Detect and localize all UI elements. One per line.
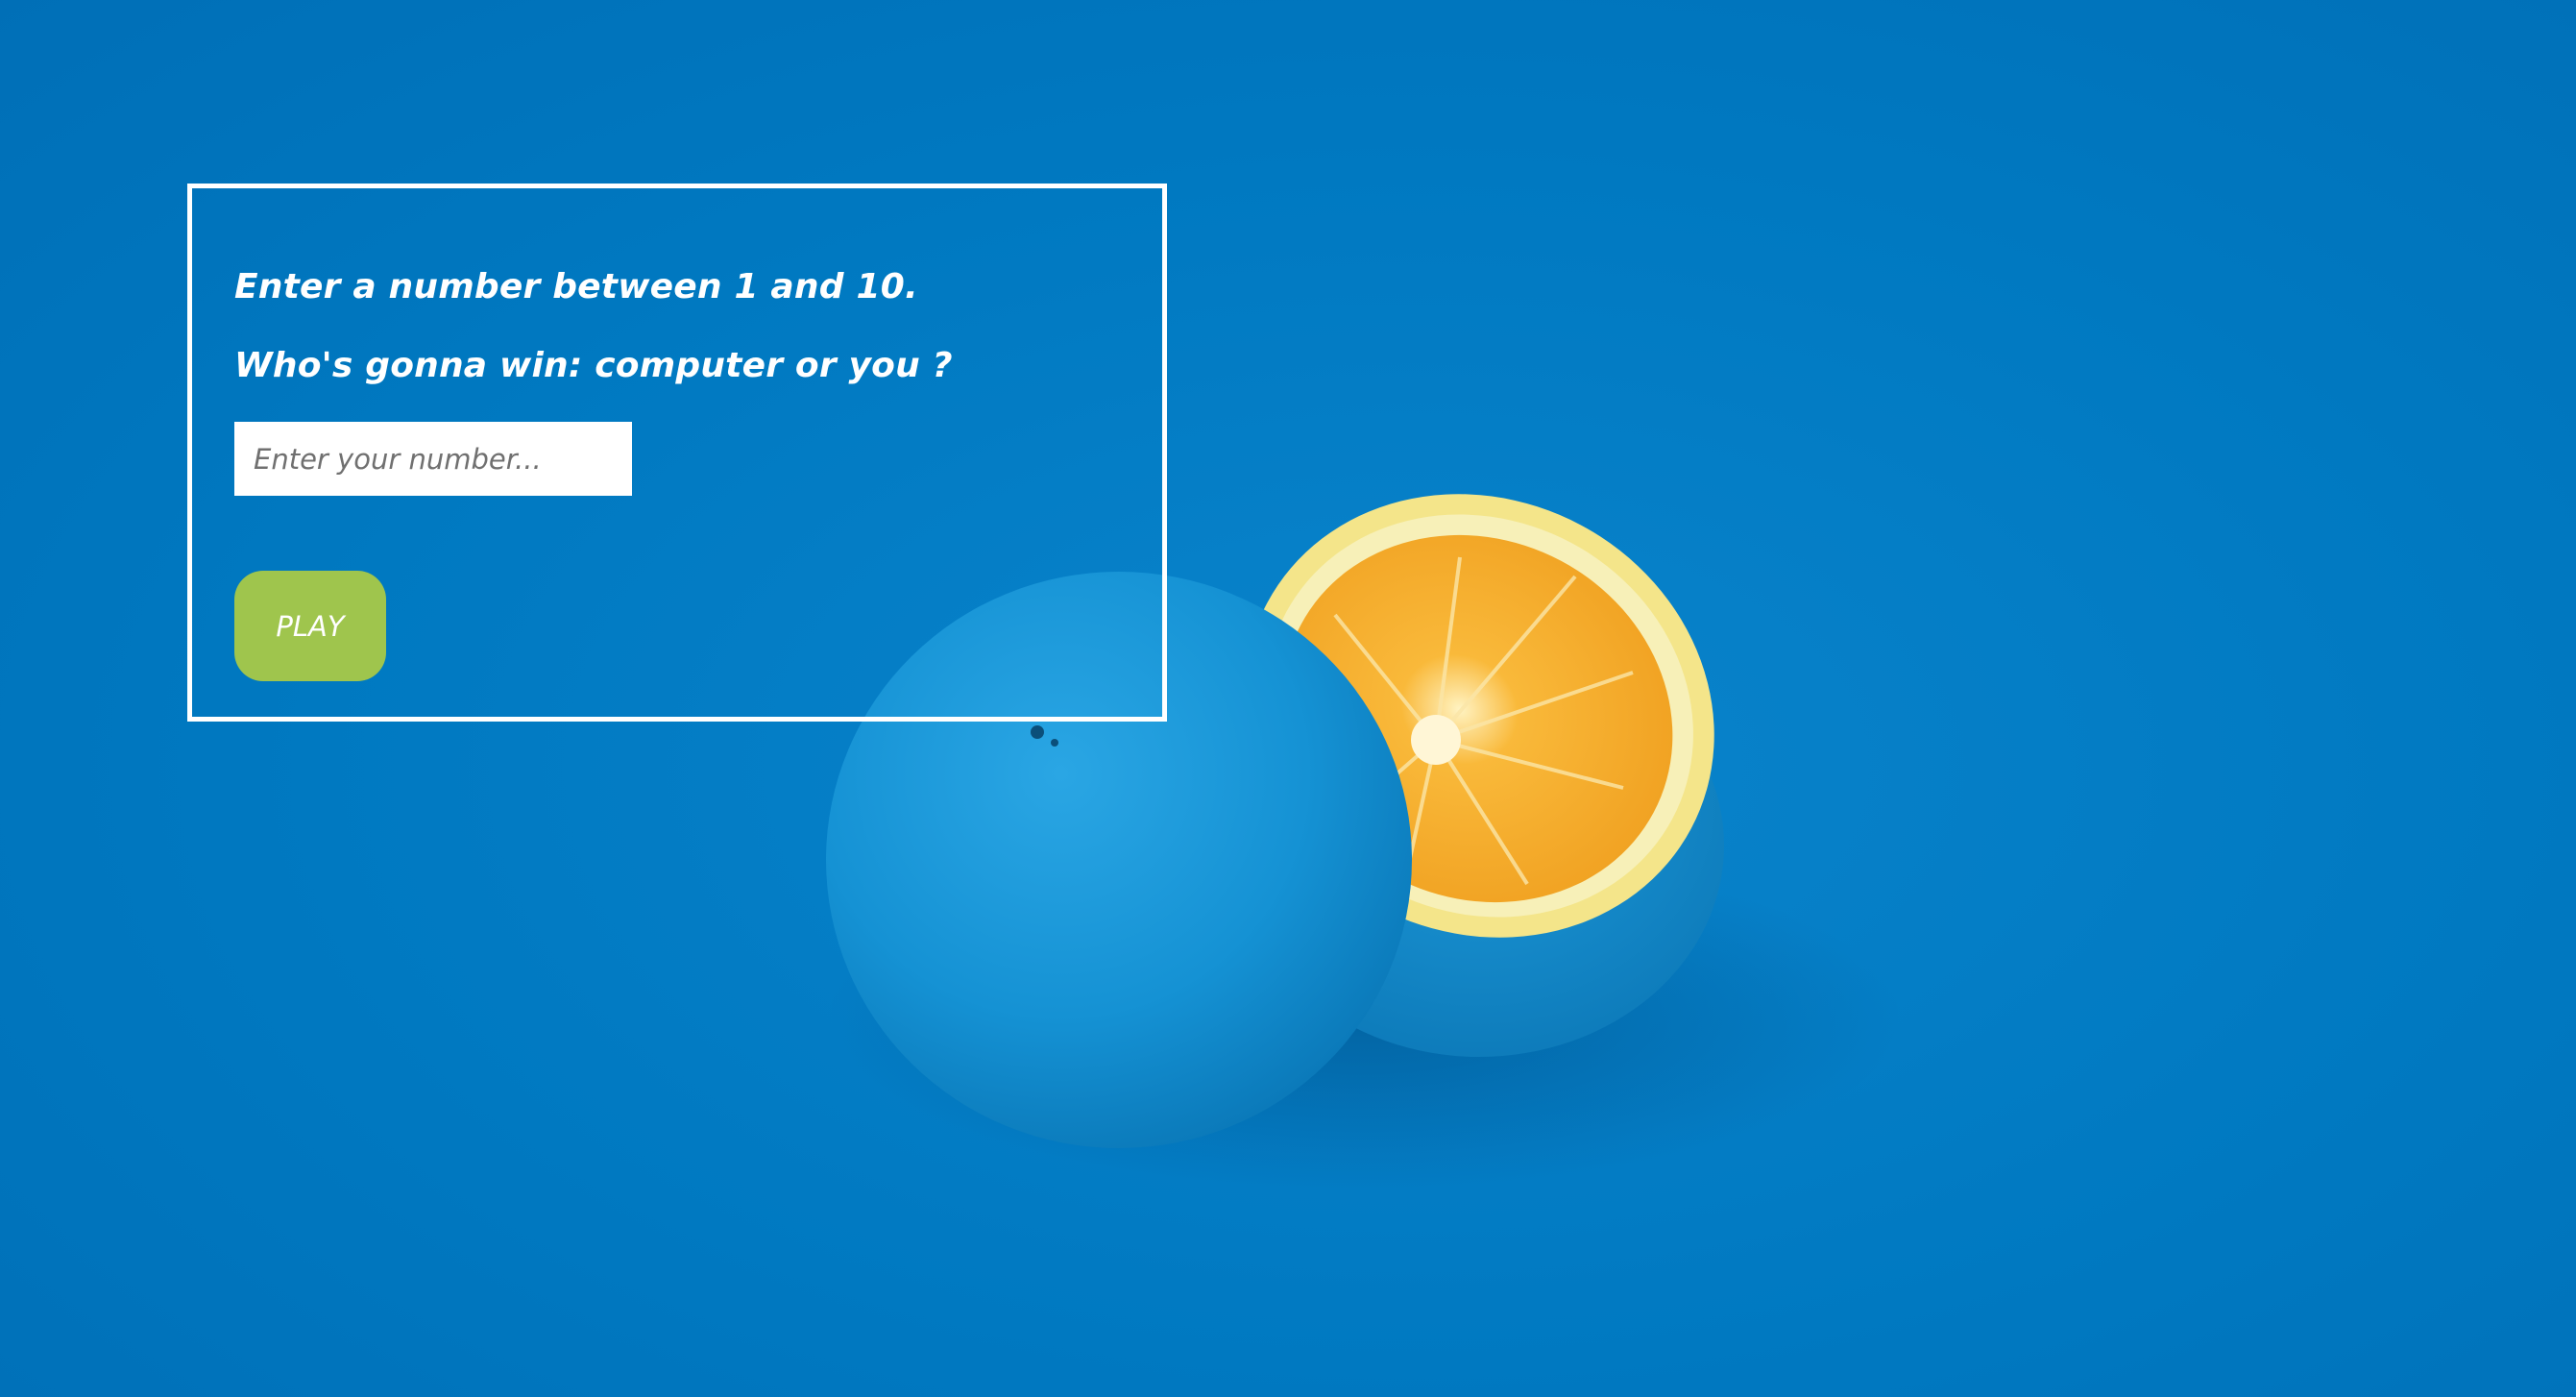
question-text: Who's gonna win: computer or you ?	[234, 346, 953, 385]
number-input[interactable]	[234, 422, 632, 496]
game-panel: Enter a number between 1 and 10. Who's g…	[187, 184, 1167, 722]
play-button[interactable]: PLAY	[234, 571, 386, 681]
instruction-text: Enter a number between 1 and 10.	[234, 267, 918, 306]
